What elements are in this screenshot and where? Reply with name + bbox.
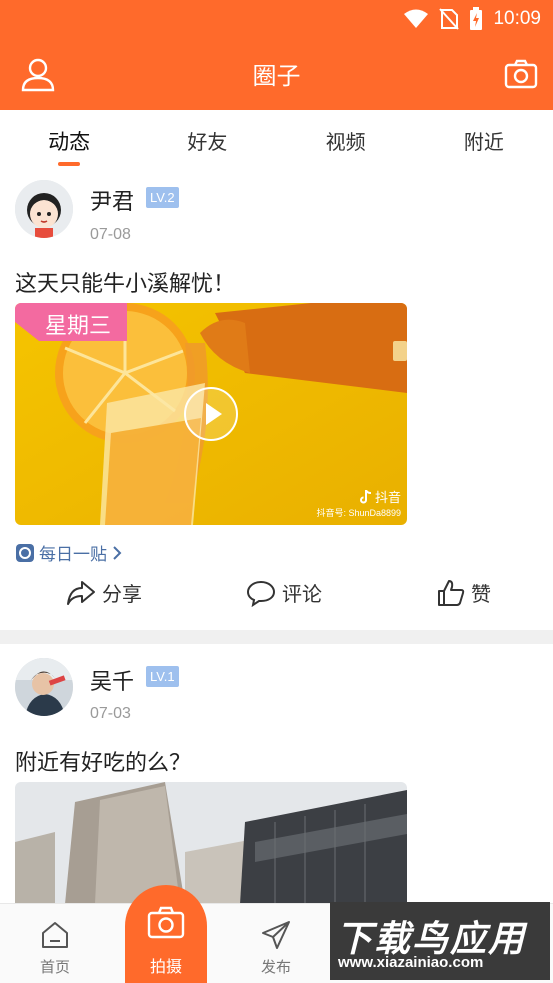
post-username[interactable]: 尹君 [90,184,134,216]
cartoon-girl-avatar [15,180,73,238]
active-tab-indicator [58,162,81,166]
wifi-icon [404,9,429,28]
nav-home[interactable]: 首页 [15,904,95,977]
topic-link[interactable]: 每日一贴 [15,540,123,565]
send-icon [262,921,290,949]
status-bar: 10:09 [403,6,541,32]
post-image[interactable] [15,782,407,904]
tab-label: 动态 [48,130,91,154]
tiktok-icon [360,489,372,503]
nav-shoot-button[interactable]: 拍摄 [125,885,207,983]
user-photo-avatar [15,658,73,716]
avatar[interactable] [15,658,73,716]
camera-button[interactable] [503,56,539,92]
comment-label: 评论 [282,582,322,606]
comment-button[interactable]: 评论 [246,578,322,607]
nav-publish-label: 发布 [260,958,291,976]
tab-label: 附近 [463,130,504,154]
like-label: 赞 [471,582,491,606]
post-divider [0,630,553,644]
home-icon [42,922,68,948]
level-badge: LV.1 [146,666,179,687]
feed-post: 吴千 LV.1 07-03 附近有好吃的么？ [0,644,553,904]
share-button[interactable]: 分享 [66,578,142,607]
battery-charging-icon [470,7,483,30]
watermark-url: www.xiazainiao.com [338,954,484,971]
tab-videos[interactable]: 视频 [277,110,415,168]
tab-dynamic[interactable]: 动态 [0,110,138,168]
tab-label: 视频 [325,130,366,154]
post-actions: 分享 评论 赞 [0,578,553,618]
play-button[interactable] [184,387,238,441]
topic-label: 每日一贴 [39,545,107,565]
status-time: 10:09 [493,8,541,29]
app-screen: 10:09 圈子 动态 好友 视频 附近 尹君 LV.2 07-08 这天只能牛… [0,0,553,983]
tab-nearby[interactable]: 附近 [415,110,553,168]
share-icon [67,580,95,605]
camera-icon [147,906,185,939]
nav-home-label: 首页 [39,958,70,976]
share-label: 分享 [102,582,142,606]
post-date: 07-08 [90,226,131,243]
topic-icon [16,543,34,562]
tiktok-watermark: 抖音 抖音号: ShunDa8899 [316,487,401,519]
post-text: 这天只能牛小溪解忧！ [15,272,236,297]
nav-publish[interactable]: 发布 [236,904,316,977]
nav-shoot-label: 拍摄 [149,957,182,976]
weekday-label: 星期三 [45,314,112,339]
tab-label: 好友 [187,130,228,154]
like-button[interactable]: 赞 [437,578,491,607]
app-header: 10:09 圈子 [0,0,553,110]
tiktok-id: 抖音号: ShunDa8899 [316,508,401,518]
play-icon [206,403,222,425]
post-username[interactable]: 吴千 [90,664,134,696]
no-sim-icon [439,8,460,30]
tab-friends[interactable]: 好友 [138,110,276,168]
chevron-right-icon [113,545,122,560]
post-text: 附近有好吃的么？ [15,751,192,776]
site-watermark: 下载鸟应用 www.xiazainiao.com [330,902,550,980]
page-title: 圈子 [252,62,301,90]
camera-icon [504,59,538,89]
weekday-badge: 星期三 [15,303,127,341]
post-date: 07-03 [90,705,131,722]
comment-icon [246,580,276,607]
video-thumbnail[interactable]: 星期三 抖音 抖音号: ShunDa8899 [15,303,407,525]
level-badge: LV.2 [146,187,179,208]
feed-tabs: 动态 好友 视频 附近 [0,110,553,168]
avatar[interactable] [15,180,73,238]
buildings-photo [15,782,407,904]
tiktok-name: 抖音 [374,491,401,506]
thumbs-up-icon [438,579,465,606]
feed-post: 尹君 LV.2 07-08 这天只能牛小溪解忧！ 星期三 抖音 抖音号: Shu… [0,168,553,630]
